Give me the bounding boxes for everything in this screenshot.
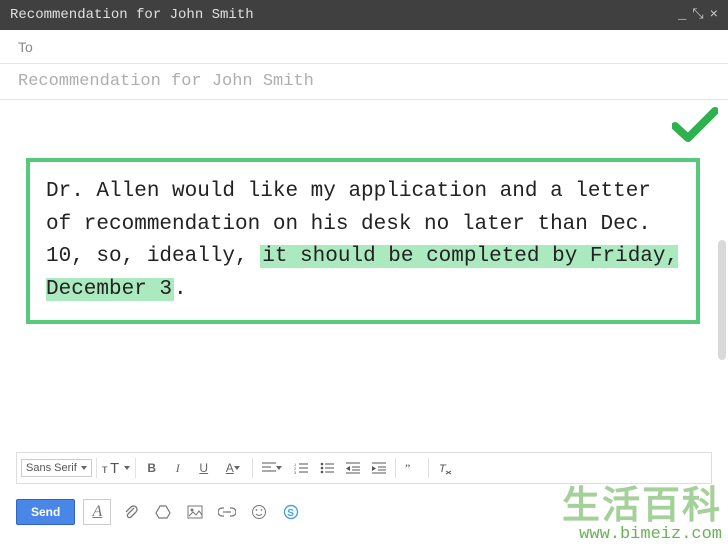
subject-field[interactable]: Recommendation for John Smith [0,64,728,100]
svg-text:”: ” [405,462,410,474]
attach-file-icon[interactable] [119,500,143,524]
font-size-button[interactable]: тT [101,456,131,480]
window-title: Recommendation for John Smith [10,7,678,23]
restore-icon[interactable]: ⤡ [692,8,703,22]
divider [428,458,429,478]
align-button[interactable] [257,456,287,480]
to-field[interactable]: To [0,30,728,64]
chevron-down-icon [124,466,130,470]
bulleted-list-button[interactable] [315,456,339,480]
insert-emoji-icon[interactable] [247,500,271,524]
divider [135,458,136,478]
close-icon[interactable]: × [710,8,718,22]
svg-text:3: 3 [294,470,297,474]
to-label: To [18,39,33,55]
insert-drive-icon[interactable] [151,500,175,524]
divider [252,458,253,478]
chevron-down-icon [234,466,240,470]
skype-icon[interactable]: S [279,500,303,524]
insert-photo-icon[interactable] [183,500,207,524]
indent-less-button[interactable] [341,456,365,480]
text-color-button[interactable]: A [218,456,248,480]
svg-text:т: т [102,462,108,476]
svg-text:T: T [110,460,119,476]
formatting-toggle-button[interactable]: A [83,499,111,525]
divider [395,458,396,478]
minimize-icon[interactable]: _ [678,8,686,22]
italic-button[interactable]: I [166,456,190,480]
font-family-value: Sans Serif [26,462,77,474]
quote-button[interactable]: ” [400,456,424,480]
numbered-list-button[interactable]: 123 [289,456,313,480]
format-toolbar: Sans Serif тT B I U A 123 ” T [16,452,712,484]
chevron-down-icon [81,466,87,470]
send-button[interactable]: Send [16,499,75,525]
chevron-down-icon [276,466,282,470]
remove-formatting-button[interactable]: T [433,456,457,480]
scrollbar-thumb[interactable] [718,240,726,360]
body-text-after: . [174,278,187,301]
underline-button[interactable]: U [192,456,216,480]
highlighted-passage: Dr. Allen would like my application and … [26,158,700,324]
indent-more-button[interactable] [367,456,391,480]
message-body[interactable]: Dr. Allen would like my application and … [0,100,728,452]
window-controls: _ ⤡ × [678,8,718,22]
window-title-bar: Recommendation for John Smith _ ⤡ × [0,0,728,30]
action-bar: Send A S [16,490,712,534]
svg-text:S: S [288,508,295,519]
divider [96,458,97,478]
checkmark-icon [672,106,718,144]
bold-button[interactable]: B [140,456,164,480]
font-family-select[interactable]: Sans Serif [21,459,92,477]
insert-link-icon[interactable] [215,500,239,524]
svg-text:T: T [439,463,447,475]
subject-placeholder: Recommendation for John Smith [18,72,314,91]
